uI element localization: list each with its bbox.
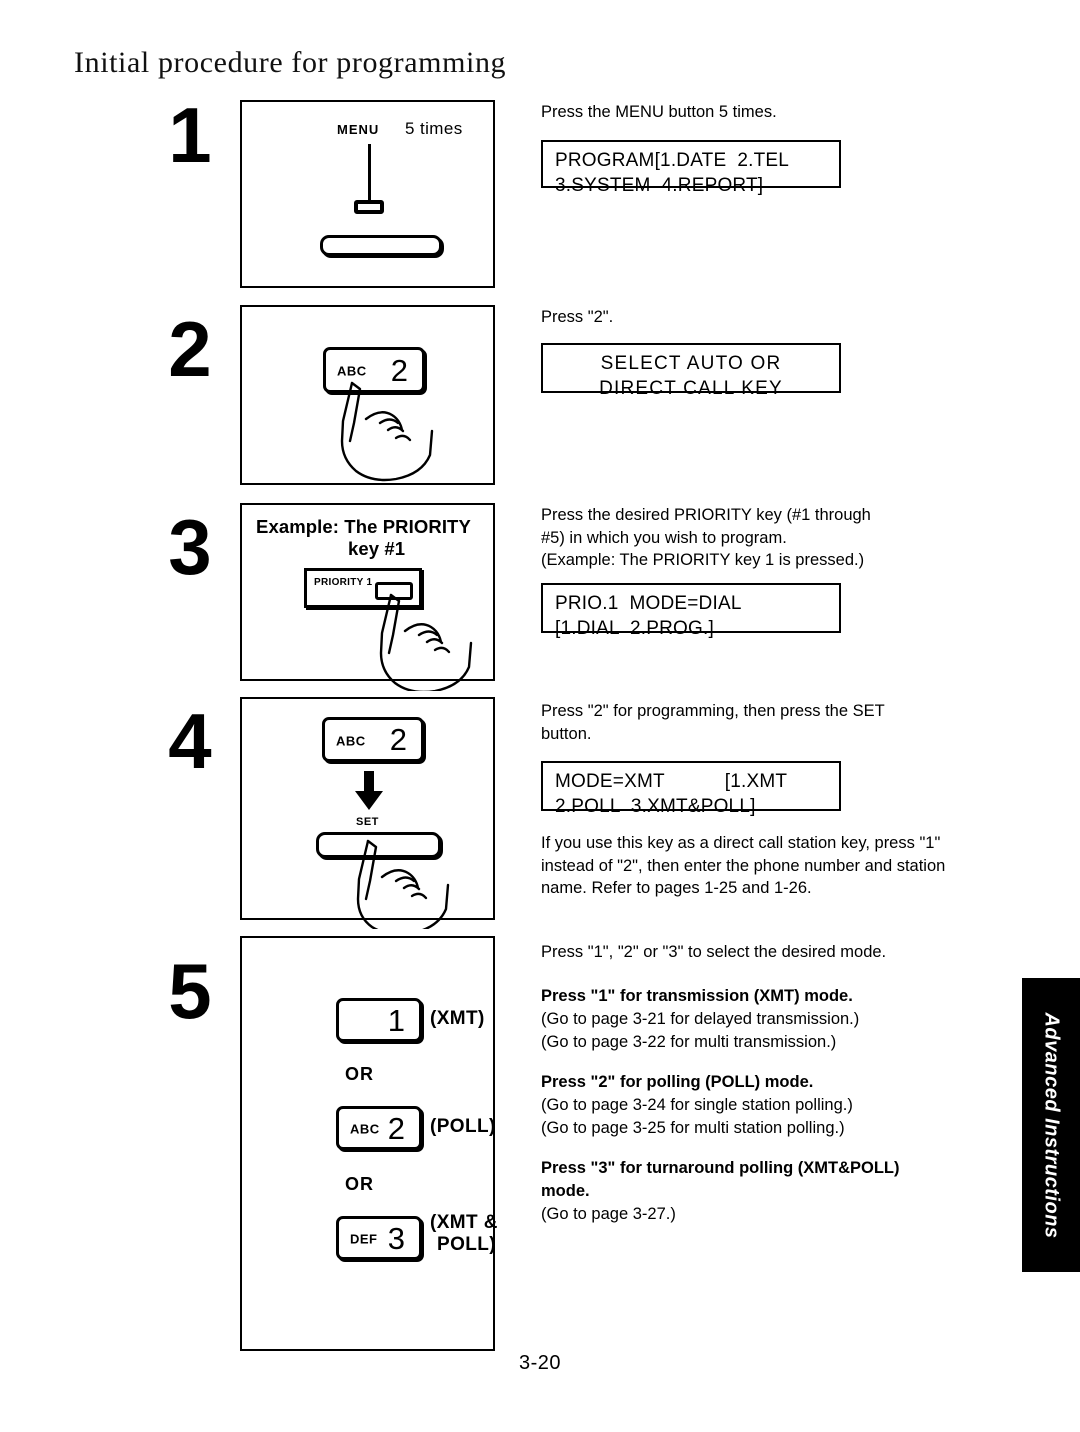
step-number-4: 4	[168, 697, 212, 785]
lcd-line-1: SELECT AUTO OR	[600, 353, 782, 374]
step-5-mode-1-heading: Press "1" for transmission (XMT) mode.	[541, 987, 853, 1005]
step-5-intro: Press "1", "2" or "3" to select the desi…	[541, 943, 887, 961]
detail-line-1: (Go to page 3-21 for delayed transmissio…	[541, 1010, 860, 1028]
step-4-instruction: Press "2" for programming, then press th…	[541, 700, 971, 745]
step-5-mode-1-details: (Go to page 3-21 for delayed transmissio…	[541, 1008, 981, 1053]
pointing-hand-icon	[340, 381, 434, 482]
step-5-mode-2-details: (Go to page 3-24 for single station poll…	[541, 1094, 981, 1139]
step-number-3: 3	[168, 503, 212, 591]
step-5-mode-3-heading: Press "3" for turnaround polling (XMT&PO…	[541, 1157, 991, 1202]
key-option-2: ABC 2	[336, 1106, 422, 1150]
key-option-3-caption-line-1: (XMT &	[430, 1212, 498, 1233]
step-4-note: If you use this key as a direct call sta…	[541, 834, 946, 898]
step-3-instruction: Press the desired PRIORITY key (#1 throu…	[541, 504, 971, 572]
or-separator-2: OR	[345, 1174, 374, 1194]
step-2-illustration: ABC 2	[240, 305, 495, 485]
pointing-hand-icon	[379, 593, 473, 691]
step-5-mode-3-details: (Go to page 3-27.)	[541, 1203, 981, 1226]
step-3-instruction-line-1: Press the desired PRIORITY key (#1 throu…	[541, 506, 871, 524]
key-digit: 1	[387, 1002, 405, 1038]
lcd-line-2: DIRECT CALL KEY	[599, 377, 783, 399]
example-heading-line-2: key #1	[348, 538, 406, 559]
step-1-lcd: PROGRAM[1.DATE 2.TEL 3.SYSTEM 4.REPORT]	[541, 140, 841, 196]
wide-key	[320, 235, 442, 256]
key-option-3-caption-line-2: POLL)	[437, 1234, 496, 1255]
arrow-down-icon	[355, 771, 383, 810]
page-title: Initial procedure for programming	[74, 46, 507, 79]
key-digit: 2	[387, 1110, 405, 1146]
lcd-line-1: PROGRAM[1.DATE 2.TEL	[555, 150, 790, 171]
key-option-2-caption: (POLL)	[430, 1116, 496, 1137]
lcd-line-1: MODE=XMT [1.XMT	[555, 771, 788, 792]
key-letters: ABC	[350, 1121, 380, 1137]
detail-line-1: (Go to page 3-24 for single station poll…	[541, 1096, 853, 1114]
key-digit: 3	[387, 1220, 405, 1256]
key-abc-2: ABC 2	[322, 717, 424, 762]
key-letters: DEF	[350, 1231, 378, 1247]
detail-line-1: (Go to page 3-27.)	[541, 1205, 676, 1223]
detail-line-2: (Go to page 3-22 for multi transmission.…	[541, 1032, 837, 1051]
step-4-lcd: MODE=XMT [1.XMT 2.POLL 3.XMT&POLL]	[541, 761, 841, 817]
key-letters: ABC	[336, 732, 366, 748]
menu-key-label: MENU	[337, 122, 380, 137]
priority-module-label: PRIORITY 1	[314, 577, 373, 588]
menu-key	[354, 200, 384, 214]
step-5-illustration: 1 (XMT) OR ABC 2 (POLL) OR DEF 3 (XMT & …	[240, 936, 498, 1351]
step-3-lcd: PRIO.1 MODE=DIAL [1.DIAL 2.PROG.]	[541, 583, 841, 639]
step-number-1: 1	[168, 91, 212, 179]
step-number-5: 5	[168, 947, 212, 1035]
lcd-line-2: [1.DIAL 2.PROG.]	[555, 617, 714, 639]
side-tab-label: Advanced Instructions	[1040, 1011, 1063, 1239]
step-1-illustration: MENU 5 times	[240, 100, 495, 288]
key-option-3: DEF 3	[336, 1216, 422, 1260]
menu-repeat-label: 5 times	[405, 119, 463, 138]
lcd-line-2: 3.SYSTEM 4.REPORT]	[555, 174, 764, 196]
set-key-label: SET	[356, 816, 379, 828]
manual-page: Initial procedure for programming 1 MENU…	[0, 0, 1080, 1432]
page-number: 3-20	[518, 1352, 562, 1374]
section-side-tab: Advanced Instructions	[1022, 978, 1080, 1272]
key-option-1: 1	[336, 998, 422, 1042]
step-3-illustration: Example: The PRIORITY key #1 PRIORITY 1	[240, 503, 495, 691]
leader-line	[368, 144, 371, 200]
step-4-illustration: ABC 2 SET	[240, 697, 495, 929]
or-separator-1: OR	[345, 1064, 374, 1084]
key-digit: 2	[389, 722, 407, 757]
step-3-instruction-line-2: #5) in which you wish to program.	[541, 528, 787, 547]
detail-line-2: (Go to page 3-25 for multi station polli…	[541, 1118, 845, 1137]
step-1-instruction: Press the MENU button 5 times.	[541, 103, 777, 121]
step-5-mode-2-heading: Press "2" for polling (POLL) mode.	[541, 1073, 814, 1091]
lcd-line-2: 2.POLL 3.XMT&POLL]	[555, 795, 756, 817]
heading-line-1: Press "3" for turnaround polling (XMT&PO…	[541, 1159, 900, 1177]
example-heading-line-1: Example: The PRIORITY	[256, 516, 471, 537]
step-2-instruction: Press "2".	[541, 308, 614, 326]
pointing-hand-icon	[356, 839, 450, 929]
step-4-instruction-line-1: Press "2" for programming, then press th…	[541, 702, 885, 720]
step-2-lcd: SELECT AUTO OR DIRECT CALL KEY	[541, 343, 841, 399]
step-3-instruction-line-3: (Example: The PRIORITY key 1 is pressed.…	[541, 551, 865, 570]
key-option-1-caption: (XMT)	[430, 1008, 485, 1029]
heading-line-2: mode.	[541, 1181, 590, 1200]
step-4-instruction-line-2: button.	[541, 724, 592, 743]
lcd-line-1: PRIO.1 MODE=DIAL	[555, 593, 742, 614]
step-number-2: 2	[168, 305, 212, 393]
